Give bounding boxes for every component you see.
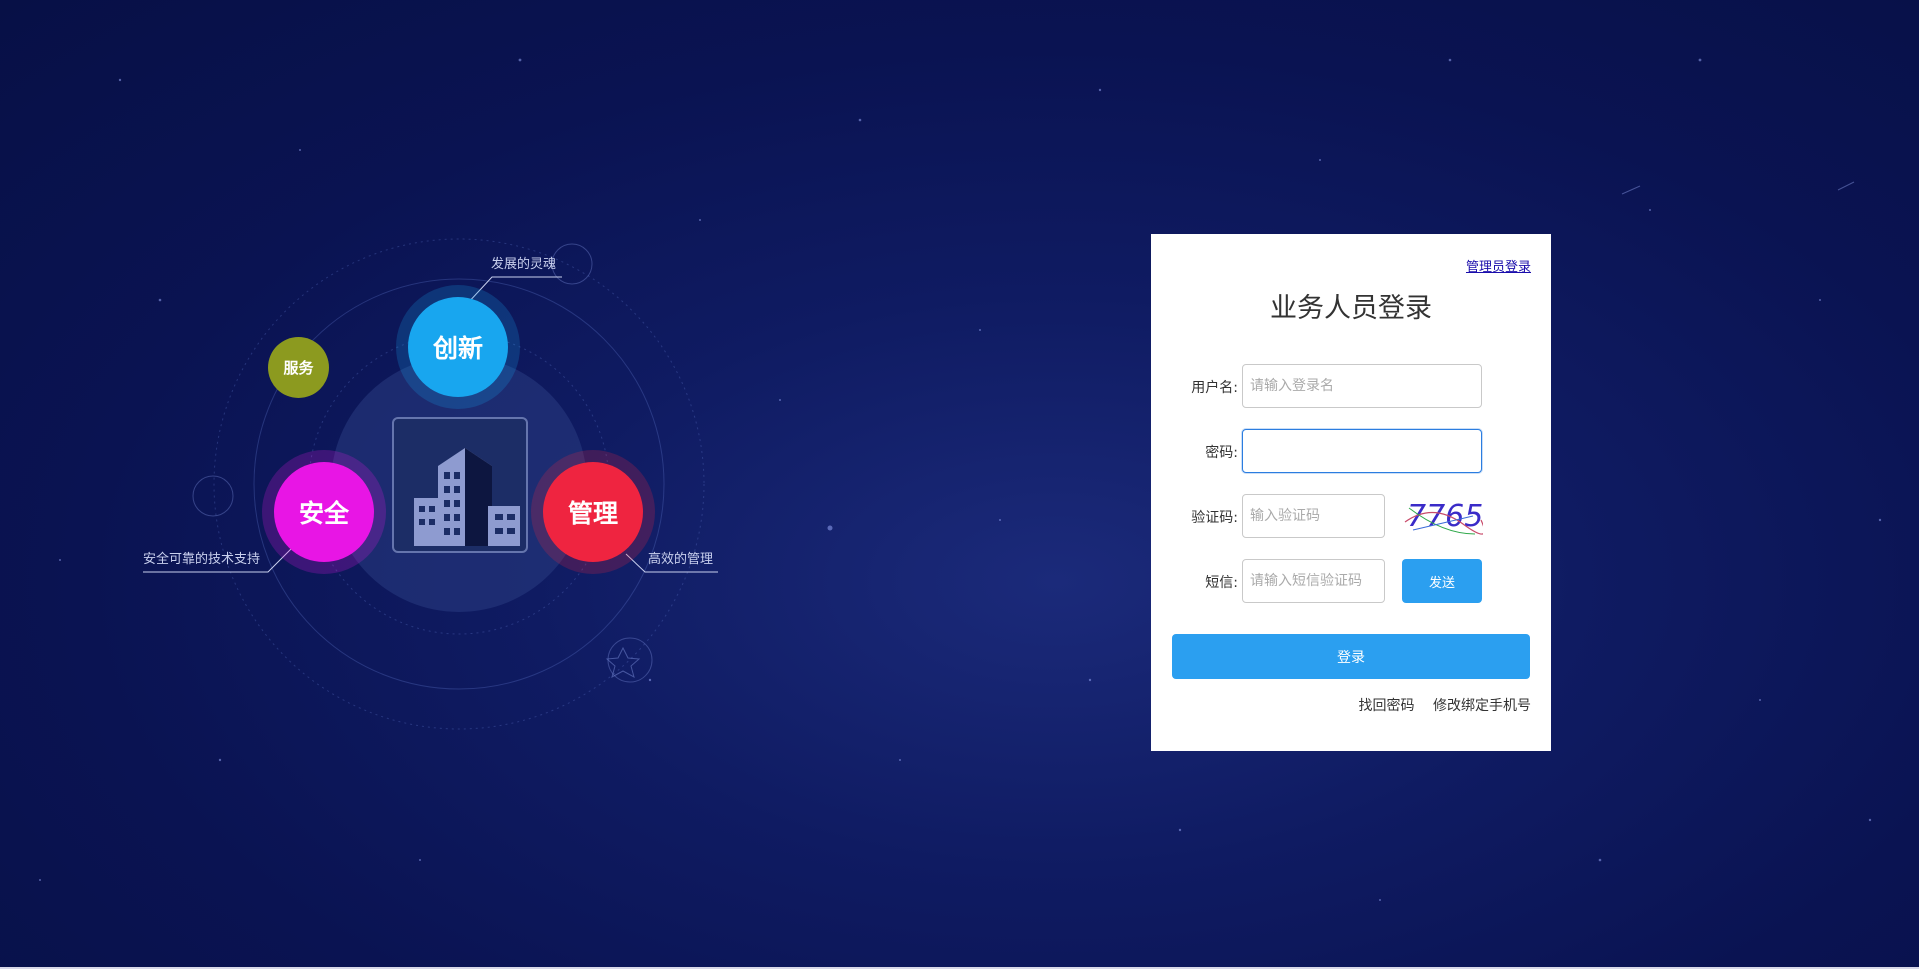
admin-login-link[interactable]: 管理员登录 bbox=[1466, 256, 1531, 275]
captcha-image[interactable]: 7765 bbox=[1403, 494, 1483, 538]
sms-code-input[interactable] bbox=[1242, 559, 1385, 603]
caption-mgmt: 高效的管理 bbox=[648, 552, 714, 567]
innovation-circle: 创新 bbox=[408, 297, 508, 397]
sms-row: 短信: 发送 bbox=[1151, 559, 1551, 605]
security-label: 安全 bbox=[298, 499, 349, 528]
captcha-row: 验证码: 7765 bbox=[1151, 494, 1551, 540]
caption-tech: 安全可靠的技术支持 bbox=[143, 552, 261, 567]
password-input[interactable] bbox=[1242, 429, 1482, 473]
login-card: 管理员登录 业务人员登录 用户名: 密码: 验证码: 7765 短信: 发送 登… bbox=[1151, 234, 1551, 751]
change-phone-link[interactable]: 修改绑定手机号 bbox=[1433, 698, 1531, 714]
caption-soul: 发展的灵魂 bbox=[491, 257, 557, 272]
username-row: 用户名: bbox=[1151, 364, 1551, 410]
login-title: 业务人员登录 bbox=[1270, 293, 1432, 324]
hero-illustration: 创新 服务 安全 管理 发展的灵魂 安全可靠的技术支持 高效的管理 bbox=[0, 0, 760, 800]
password-row: 密码: bbox=[1151, 429, 1551, 475]
captcha-input[interactable] bbox=[1242, 494, 1385, 538]
password-label: 密码: bbox=[1205, 445, 1238, 461]
service-label: 服务 bbox=[283, 359, 314, 377]
captcha-label: 验证码: bbox=[1191, 510, 1238, 526]
send-sms-button[interactable]: 发送 bbox=[1402, 559, 1482, 603]
innovation-label: 创新 bbox=[432, 334, 483, 363]
service-circle: 服务 bbox=[268, 337, 329, 398]
username-label: 用户名: bbox=[1191, 380, 1238, 396]
management-circle: 管理 bbox=[543, 462, 643, 562]
management-label: 管理 bbox=[567, 499, 618, 528]
security-circle: 安全 bbox=[274, 462, 374, 562]
forgot-password-link[interactable]: 找回密码 bbox=[1359, 698, 1415, 714]
footer-links: 找回密码 修改绑定手机号 bbox=[1345, 695, 1531, 715]
username-input[interactable] bbox=[1242, 364, 1482, 408]
orbit-rings bbox=[143, 238, 718, 730]
login-button[interactable]: 登录 bbox=[1172, 634, 1530, 679]
sms-label: 短信: bbox=[1205, 575, 1238, 591]
building-icon bbox=[392, 417, 528, 553]
